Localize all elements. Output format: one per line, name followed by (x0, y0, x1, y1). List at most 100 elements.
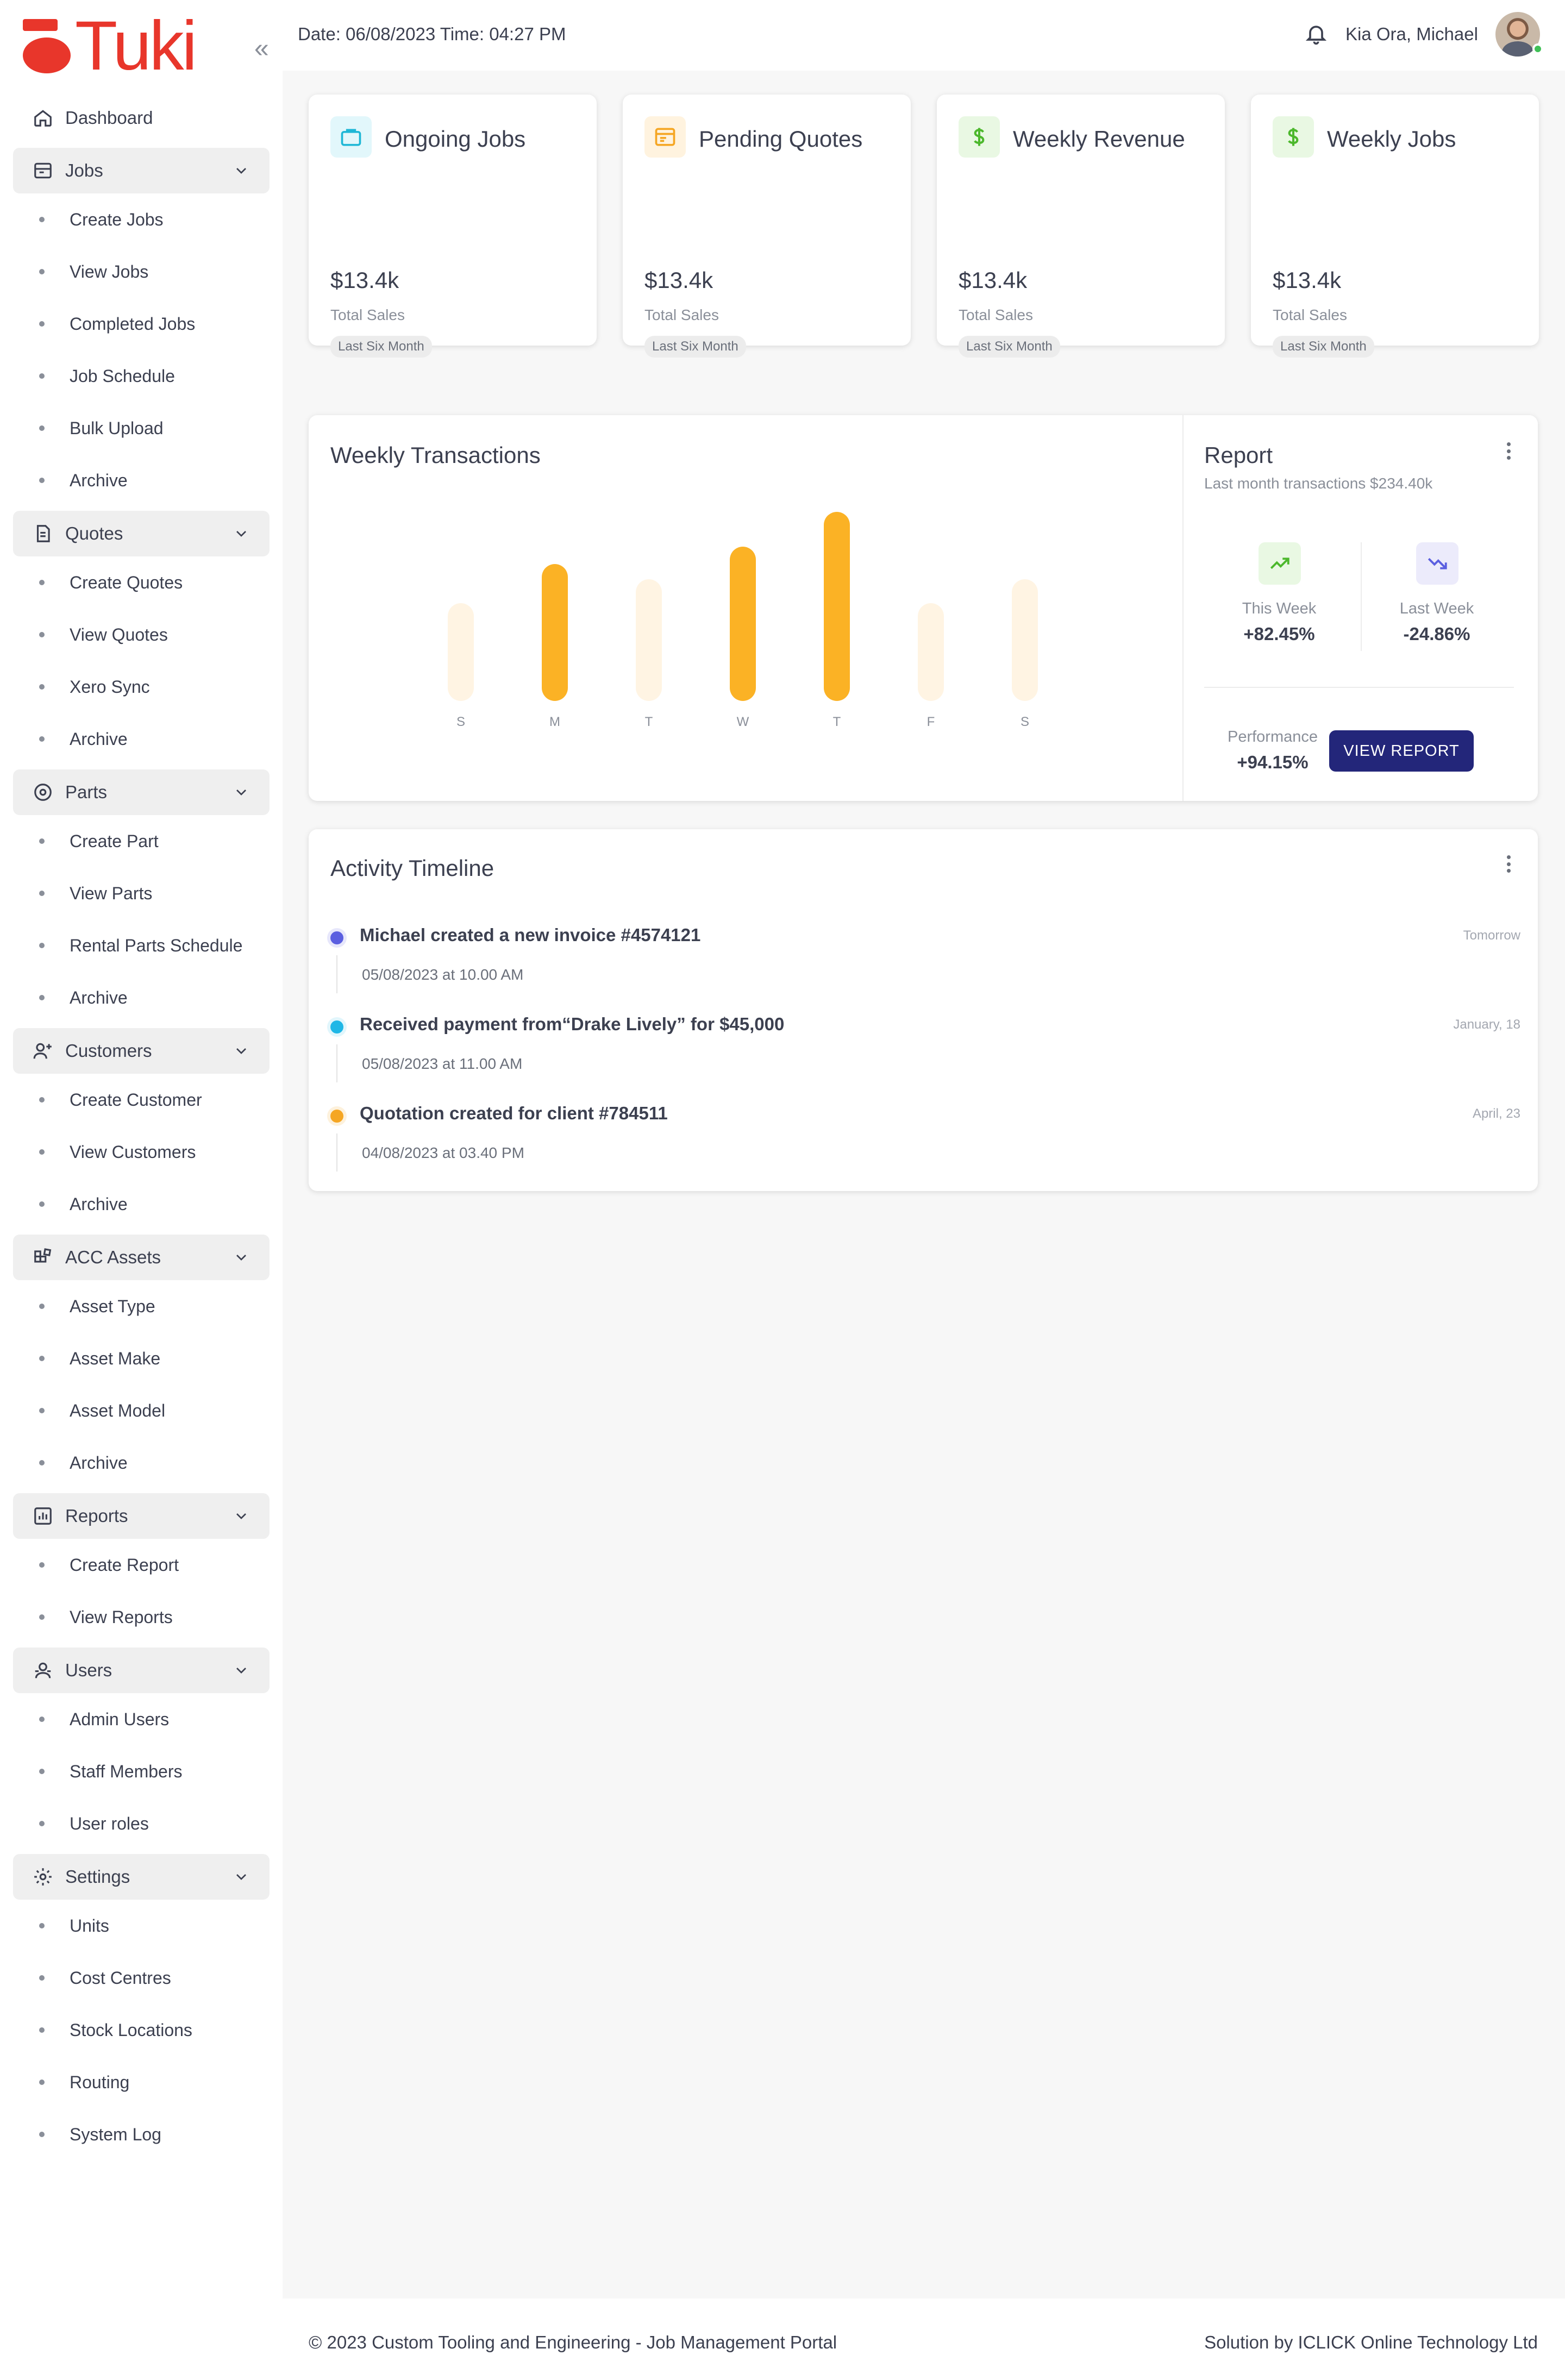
parts-icon (33, 782, 53, 803)
footer-credit[interactable]: Solution by ICLICK Online Technology Ltd (1204, 2332, 1538, 2353)
sidebar-group-acc-assets[interactable]: ACC Assets (13, 1235, 270, 1280)
sidebar-item-cost-centres[interactable]: Cost Centres (13, 1952, 270, 2004)
sidebar-item-view-customers[interactable]: View Customers (13, 1126, 270, 1178)
sidebar-item-customers-archive[interactable]: Archive (13, 1178, 270, 1230)
timeline-when: April, 23 (1472, 1106, 1520, 1121)
sidebar-item-assets-archive[interactable]: Archive (13, 1437, 270, 1489)
chevron-down-icon (236, 790, 246, 796)
stat-value: $13.4k (644, 267, 713, 293)
trending-down-icon (1416, 542, 1458, 585)
timeline-connector (336, 955, 337, 993)
sidebar-item-xero-sync[interactable]: Xero Sync (13, 661, 270, 713)
sidebar-item-parts-archive[interactable]: Archive (13, 972, 270, 1024)
sidebar-group-users[interactable]: Users (13, 1648, 270, 1693)
assets-icon (33, 1247, 53, 1268)
sidebar-item-create-jobs[interactable]: Create Jobs (13, 193, 270, 246)
timeline-text: Received payment from“Drake Lively” for … (360, 1014, 785, 1034)
sidebar-group-quotes[interactable]: Quotes (13, 511, 270, 556)
this-week-label: This Week (1242, 600, 1317, 617)
performance-label: Performance (1227, 728, 1318, 746)
tuki-logo[interactable]: Tuki (23, 11, 197, 81)
view-report-button[interactable]: VIEW REPORT (1329, 730, 1474, 772)
sidebar-group-reports[interactable]: Reports (13, 1493, 270, 1539)
timeline-text: Michael created a new invoice #4574121 (360, 925, 701, 945)
sidebar-item-view-parts[interactable]: View Parts (13, 867, 270, 919)
sidebar-group-label: ACC Assets (65, 1247, 161, 1267)
stat-value: $13.4k (330, 267, 399, 293)
chart-tick-label: W (737, 715, 749, 729)
sidebar-item-completed-jobs[interactable]: Completed Jobs (13, 298, 270, 350)
chevron-down-icon (236, 168, 246, 174)
quotes-icon (33, 523, 53, 544)
chart-bar[interactable] (918, 603, 944, 701)
timeline-item: Received payment from“Drake Lively” for … (330, 1014, 1520, 1095)
activity-timeline-title: Activity Timeline (330, 855, 494, 881)
sidebar-group-customers[interactable]: Customers (13, 1028, 270, 1074)
sidebar-item-view-quotes[interactable]: View Quotes (13, 609, 270, 661)
sidebar-item-staff-members[interactable]: Staff Members (13, 1745, 270, 1797)
chart-bar[interactable] (730, 547, 756, 701)
online-status-dot (1532, 43, 1543, 54)
stat-title: Pending Quotes (699, 126, 863, 152)
sidebar-item-system-log[interactable]: System Log (13, 2108, 270, 2160)
chart-bar[interactable] (448, 603, 474, 701)
top-header: Date: 06/08/2023 Time: 04:27 PM Kia Ora,… (283, 0, 1565, 71)
timeline-when: Tomorrow (1463, 928, 1520, 943)
chart-bar[interactable] (1012, 579, 1038, 701)
stat-card-pending-quotes: Pending Quotes $13.4k Total Sales Last S… (623, 95, 911, 358)
timeline-dot (330, 1020, 343, 1034)
bell-icon[interactable] (1304, 22, 1328, 46)
sidebar-item-asset-type[interactable]: Asset Type (13, 1280, 270, 1332)
sidebar-item-dashboard[interactable]: Dashboard (13, 98, 270, 138)
timeline-text: Quotation created for client #784511 (360, 1103, 668, 1123)
report-more-icon[interactable] (1503, 440, 1514, 462)
sidebar-item-view-reports[interactable]: View Reports (13, 1591, 270, 1643)
dashboard-main: Ongoing Jobs $13.4k Total Sales Last Six… (283, 71, 1565, 2298)
chart-tick-label: S (456, 715, 465, 729)
chart-bar[interactable] (542, 564, 568, 701)
sidebar-item-create-part[interactable]: Create Part (13, 815, 270, 867)
timeline-more-icon[interactable] (1503, 853, 1514, 875)
collapse-sidebar-icon[interactable]: « (254, 34, 269, 64)
date-time: Date: 06/08/2023 Time: 04:27 PM (298, 24, 566, 44)
chevron-down-icon (236, 1048, 246, 1054)
sidebar-item-job-schedule[interactable]: Job Schedule (13, 350, 270, 402)
sidebar-group-label: Jobs (65, 160, 103, 180)
sidebar-item-create-report[interactable]: Create Report (13, 1539, 270, 1591)
chart-tick-label: T (833, 715, 841, 729)
user-greeting[interactable]: Kia Ora, Michael (1345, 24, 1478, 45)
sidebar-group-parts[interactable]: Parts (13, 769, 270, 815)
timeline-dot (330, 931, 343, 944)
sidebar-item-asset-model[interactable]: Asset Model (13, 1385, 270, 1437)
sidebar-item-rental-parts-schedule[interactable]: Rental Parts Schedule (13, 919, 270, 972)
sidebar-group-jobs[interactable]: Jobs (13, 148, 270, 193)
weekly-transactions-chart: SMTWTFS (448, 512, 1038, 729)
sidebar-item-routing[interactable]: Routing (13, 2056, 270, 2108)
sidebar-item-create-quotes[interactable]: Create Quotes (13, 556, 270, 609)
report-title: Report (1204, 442, 1273, 468)
chart-bar[interactable] (824, 512, 850, 701)
sidebar-item-view-jobs[interactable]: View Jobs (13, 246, 270, 298)
sidebar-item-units[interactable]: Units (13, 1900, 270, 1952)
sidebar-item-create-customer[interactable]: Create Customer (13, 1074, 270, 1126)
timeline-item: Quotation created for client #784511 04/… (330, 1103, 1520, 1185)
chevron-down-icon (236, 1255, 246, 1261)
report-column-divider (1361, 542, 1362, 651)
sidebar-group-label: Reports (65, 1506, 128, 1526)
sidebar-group-settings[interactable]: Settings (13, 1854, 270, 1900)
sidebar-item-admin-users[interactable]: Admin Users (13, 1693, 270, 1745)
sidebar-item-asset-make[interactable]: Asset Make (13, 1332, 270, 1385)
sidebar-item-user-roles[interactable]: User roles (13, 1797, 270, 1850)
sidebar-item-jobs-archive[interactable]: Archive (13, 454, 270, 506)
timeline-date: 05/08/2023 at 11.00 AM (362, 1055, 523, 1072)
timeline-connector (336, 1133, 337, 1172)
chart-bar[interactable] (636, 579, 662, 701)
sidebar-item-quotes-archive[interactable]: Archive (13, 713, 270, 765)
stat-subtitle: Total Sales (330, 306, 405, 323)
dollar-icon (1273, 116, 1314, 158)
sidebar-item-bulk-upload[interactable]: Bulk Upload (13, 402, 270, 454)
timeline-date: 05/08/2023 at 10.00 AM (362, 966, 524, 983)
sidebar-group-label: Quotes (65, 523, 123, 543)
sidebar-item-stock-locations[interactable]: Stock Locations (13, 2004, 270, 2056)
stat-subtitle: Total Sales (959, 306, 1033, 323)
